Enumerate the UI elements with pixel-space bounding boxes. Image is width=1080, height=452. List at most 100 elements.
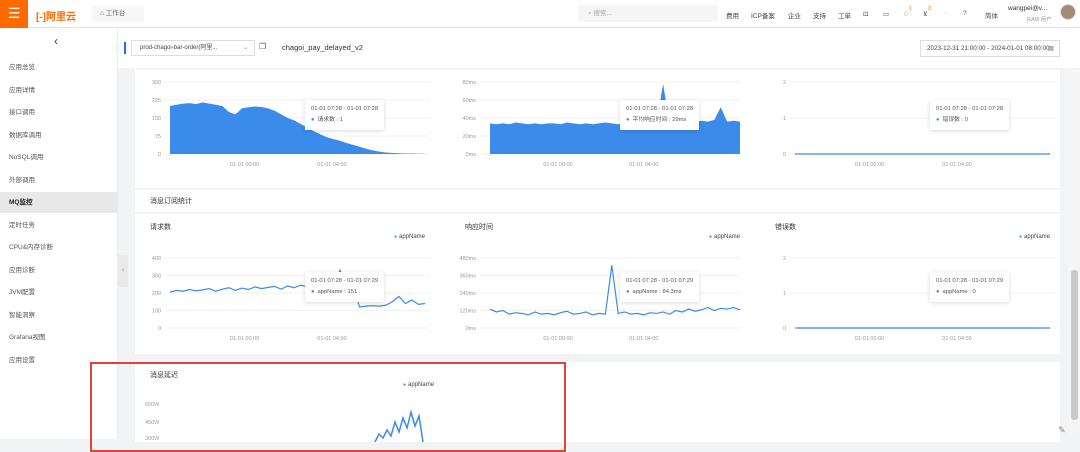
tooltip-series: 错误数 xyxy=(942,117,960,123)
top-bar xyxy=(0,0,1080,28)
help-icon[interactable]: ? xyxy=(963,10,967,17)
y-tick: 300 xyxy=(152,80,161,86)
x-tick: 01-01 04:00 xyxy=(629,162,658,168)
sidebar-item[interactable]: Grafana视图 xyxy=(0,327,118,348)
workspace-tab[interactable]: ⌂ 工作台 xyxy=(92,6,144,22)
chart-tooltip: 01-01 07:28 - 01-01 07:28 ● 请求数 : 1 xyxy=(305,100,385,130)
nav-ticket[interactable]: 工单 xyxy=(838,10,851,20)
tooltip-series: appName xyxy=(317,289,343,295)
edit-icon[interactable]: ✎ xyxy=(1058,425,1066,436)
sidebar-item[interactable]: 应用详情 xyxy=(0,80,118,101)
sidebar-item[interactable]: MQ监控 xyxy=(0,192,118,213)
series-area xyxy=(490,83,740,154)
series-area xyxy=(170,102,425,154)
subscription-section-header: 消息订阅统计 xyxy=(135,190,1060,212)
y-tick: 0 xyxy=(158,152,161,158)
series-dot-icon: ● xyxy=(626,289,630,295)
y-tick: 300 xyxy=(152,274,161,280)
chart-plot: 0ms 20ms 40ms 60ms 80ms 01-01 00:00 01-01 04:0… xyxy=(463,80,740,168)
series-dot-icon: ● xyxy=(936,289,940,295)
search-input[interactable]: ⌕ 搜索... xyxy=(578,5,718,22)
chart-plot: 0ms 120ms 240ms 360ms 480ms 01-01 00:00 01-01 … xyxy=(459,256,741,342)
series-dot-icon: ● xyxy=(626,117,630,123)
chevron-down-icon: ⌄ xyxy=(242,45,248,51)
y-tick: 80ms xyxy=(463,80,477,86)
sidebar-item[interactable]: JVM配置 xyxy=(0,282,118,303)
chart-tooltip: 01-01 07:28 - 01-01 07:28 ● 平均响应时间 : 29ms xyxy=(620,100,700,130)
terminal-icon[interactable]: ⊡ xyxy=(863,10,868,18)
x-tick: 01-01 00:00 xyxy=(543,162,572,168)
chart-0: 0 75 150 225 300 01-01 00:00 01-01 04:00 01-01 … xyxy=(135,70,435,188)
avatar[interactable] xyxy=(1060,4,1076,20)
chart-4: 响应时间appName0ms120ms240ms360ms480ms01-01 … xyxy=(450,214,750,354)
tooltip-series: appName xyxy=(942,289,968,295)
sidebar-collapse-handle[interactable]: ‹ xyxy=(118,255,128,287)
series-dot-icon: ● xyxy=(311,289,315,295)
nav-fees[interactable]: 费用 xyxy=(726,10,739,20)
cart-icon[interactable]: ⊻ 3 xyxy=(923,6,931,18)
x-tick: 01-01 00:00 xyxy=(230,336,259,342)
language-switch[interactable]: 简体 xyxy=(985,10,998,20)
y-tick: 1 xyxy=(783,116,786,122)
chart-plot: 0 1 2 01-01 00:00 01-01 04:00 xyxy=(783,80,1055,168)
tooltip-time: 01-01 07:28 - 01-01 07:28 xyxy=(311,106,379,112)
app-select[interactable]: prod-chagoi-bar-order(阿里... ⌄ xyxy=(131,40,255,56)
chart-tooltip: 01-01 07:28 - 01-01 07:28 ● 错误数 : 0 xyxy=(930,100,1010,130)
accent-bar xyxy=(124,42,126,54)
x-tick: 01-01 00:00 xyxy=(855,162,884,168)
chart-plot: 0 1 2 01-01 00:00 01-01 04:00 xyxy=(783,256,1055,342)
nav-icp[interactable]: ICP备案 xyxy=(751,10,775,20)
tooltip-time: 01-01 07:28 - 01-01 07:29 xyxy=(936,278,1004,284)
sidebar-item[interactable]: 数据库调用 xyxy=(0,125,118,146)
y-tick: 150 xyxy=(152,116,161,122)
y-tick: 240ms xyxy=(459,291,476,297)
y-tick: 20ms xyxy=(463,134,477,140)
sidebar-item[interactable]: CPU&内存诊断 xyxy=(0,237,118,258)
tooltip-series: appName xyxy=(632,289,658,295)
chart-plot: 0 75 150 225 300 01-01 00:00 01-01 04:00 xyxy=(152,80,430,168)
y-tick: 100 xyxy=(152,309,161,315)
copy-icon[interactable]: ❐ xyxy=(259,42,266,51)
chart-1: 0ms 20ms 40ms 60ms 80ms 01-01 00:00 01-01 04:0… xyxy=(450,70,750,188)
tooltip-value: 84.3ms xyxy=(662,289,682,295)
sidebar-item[interactable]: 定时任务 xyxy=(0,215,118,236)
chart-tooltip: 01-01 07:28 - 01-01 07:29 ● appName : 151 xyxy=(305,272,385,302)
username[interactable]: wangpei@v... xyxy=(1008,5,1047,12)
chart-plot: 0 100 200 300 400 01-01 00:00 01-01 04:00 xyxy=(152,256,430,342)
series-line xyxy=(489,265,741,316)
chart-3: 请求数appName010020030040001-01 00:0001-01 … xyxy=(135,214,435,354)
back-arrow-icon[interactable]: ‹ xyxy=(54,34,58,48)
y-tick: 400 xyxy=(152,256,161,262)
y-tick: 2 xyxy=(783,80,786,86)
sidebar-item[interactable]: 应用诊断 xyxy=(0,260,118,281)
tooltip-time: 01-01 07:28 - 01-01 07:29 xyxy=(311,278,379,284)
scrollbar-thumb[interactable] xyxy=(1071,270,1078,420)
tooltip-time: 01-01 07:28 - 01-01 07:28 xyxy=(936,106,1004,112)
tooltip-value: 151 xyxy=(347,289,358,295)
screen-icon[interactable]: ▭ xyxy=(883,10,889,18)
tooltip-value: 0 xyxy=(964,117,968,123)
sidebar-item[interactable]: 智能洞察 xyxy=(0,305,118,326)
chart-2: 0 1 2 01-01 00:00 01-01 04:00 01-01 07:28 - 0… xyxy=(760,70,1060,188)
tooltip-time: 01-01 07:28 - 01-01 07:29 xyxy=(626,278,694,284)
nav-support[interactable]: 支持 xyxy=(813,10,826,20)
y-tick: 200 xyxy=(152,291,161,297)
lightbulb-icon[interactable]: ○ xyxy=(944,10,948,17)
x-tick: 01-01 04:00 xyxy=(942,162,971,168)
sidebar-item[interactable]: NoSQL调用 xyxy=(0,147,118,168)
nav-enterprise[interactable]: 企业 xyxy=(788,10,801,20)
chart-5: 错误数appName01201-01 00:0001-01 04:0001-01… xyxy=(760,214,1060,354)
sidebar-item[interactable]: 应用总览 xyxy=(0,57,118,78)
sidebar-item[interactable]: 外部调用 xyxy=(0,170,118,191)
y-tick: 0ms xyxy=(466,326,477,332)
x-tick: 01-01 04:00 xyxy=(317,336,346,342)
y-tick: 40ms xyxy=(463,116,477,122)
y-tick: 0 xyxy=(783,326,786,332)
x-tick: 01-01 04:00 xyxy=(317,162,346,168)
hamburger-menu-icon[interactable]: ☰ xyxy=(0,0,28,28)
aliyun-logo[interactable]: [-]阿里云 xyxy=(36,8,76,23)
date-range-picker[interactable]: 2023-12-31 21:00:00 - 2024-01-01 08:00:0… xyxy=(920,40,1060,57)
sidebar-item[interactable]: 接口调用 xyxy=(0,102,118,123)
bell-icon[interactable]: ♢ 1 xyxy=(903,6,912,18)
tooltip-series: 平均响应时间 xyxy=(632,117,668,123)
